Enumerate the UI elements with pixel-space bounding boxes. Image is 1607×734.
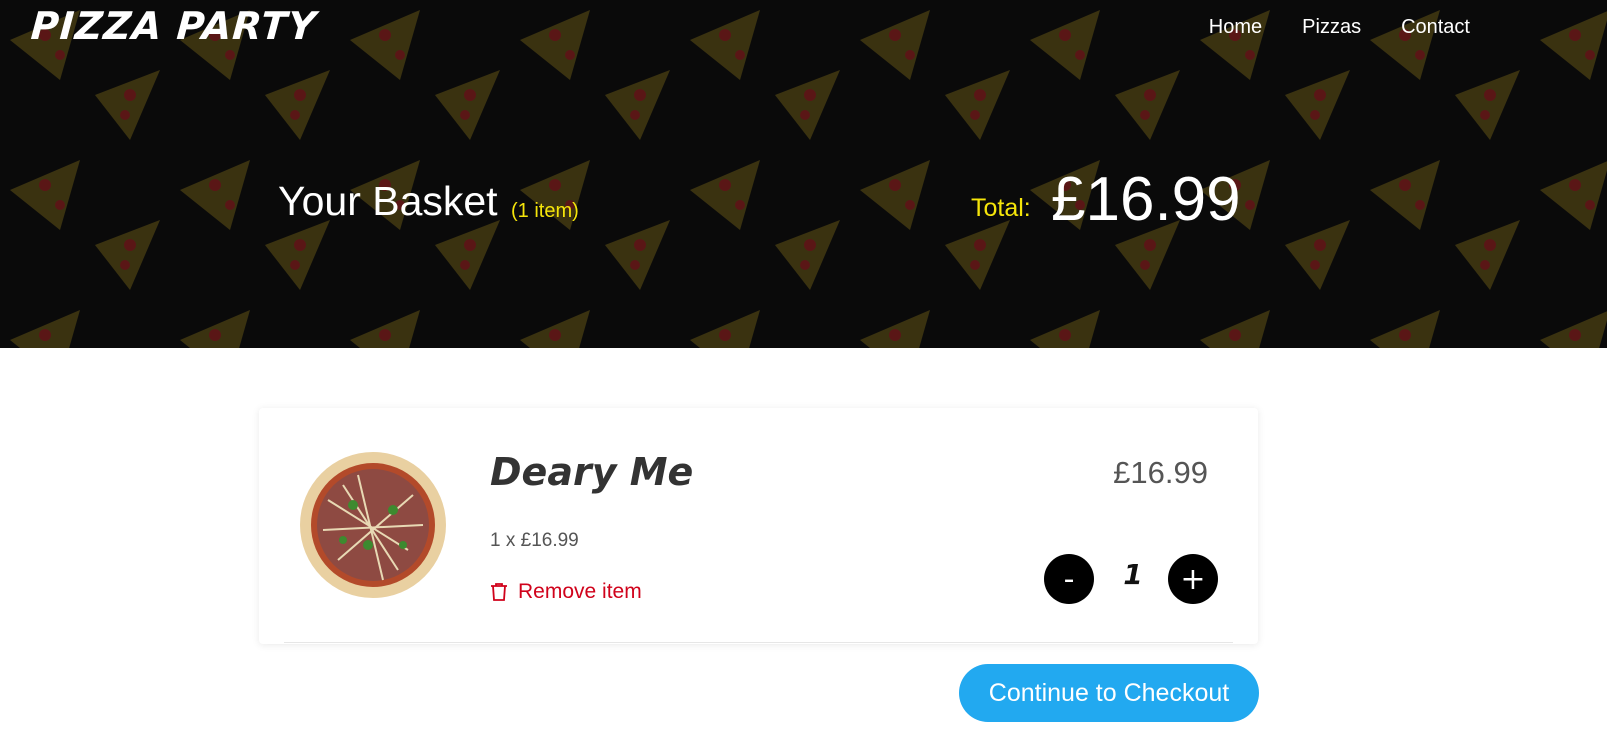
page-title: Your Basket: [278, 178, 498, 224]
site-logo[interactable]: PIZZA PARTY: [29, 4, 318, 48]
pizza-image: [300, 452, 446, 598]
item-qty-price: 1 x £16.99: [490, 530, 579, 551]
decrease-quantity-button[interactable]: -: [1044, 554, 1094, 604]
nav-home[interactable]: Home: [1209, 16, 1262, 39]
remove-item-label: Remove item: [518, 580, 642, 603]
increase-quantity-button[interactable]: +: [1168, 554, 1218, 604]
remove-item-button[interactable]: Remove item: [490, 580, 642, 604]
pizza-slice-pattern: [0, 0, 1607, 348]
total-value: £16.99: [1051, 165, 1241, 234]
item-line-price: £16.99: [1113, 455, 1208, 490]
checkout-button[interactable]: Continue to Checkout: [959, 664, 1259, 722]
total-label: Total:: [971, 194, 1031, 222]
nav-pizzas[interactable]: Pizzas: [1302, 16, 1361, 39]
quantity-value: 1: [1123, 558, 1143, 591]
card-divider: [284, 642, 1233, 643]
hero-banner: PIZZA PARTY Home Pizzas Contact Your Bas…: [0, 0, 1607, 348]
trash-icon: [491, 583, 507, 601]
nav-contact[interactable]: Contact: [1401, 16, 1470, 39]
item-name: Deary Me: [490, 450, 694, 494]
main-nav: Home Pizzas Contact: [1209, 16, 1470, 39]
basket-item-count: (1 item): [511, 200, 579, 222]
